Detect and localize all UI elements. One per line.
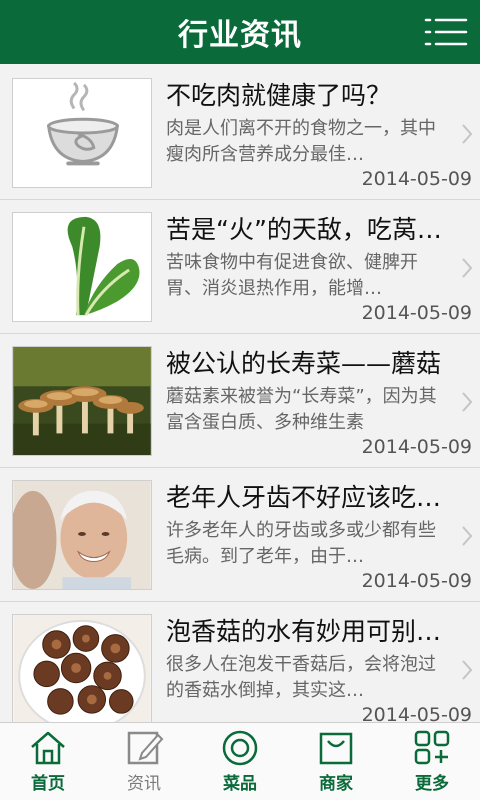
news-summary: 蘑菇素来被誉为“长寿菜”，因为其富含蛋白质、多种维生素 (166, 386, 437, 433)
news-date: 2014-05-09 (361, 704, 472, 722)
news-title: 被公认的长寿菜——蘑菇 (166, 349, 442, 378)
lettuce-photo (12, 212, 152, 322)
news-title: 苦是“火”的天敌，吃莴… (166, 215, 442, 244)
tab-news[interactable]: 资讯 (96, 723, 192, 800)
tab-label: 首页 (31, 774, 65, 794)
news-summary: 肉是人们离不开的食物之一，其中瘦肉所含营养成分最佳… (166, 118, 436, 165)
tab-more[interactable]: 更多 (384, 723, 480, 800)
news-summary: 许多老年人的牙齿或多或少都有些毛病。到了老年，由于… (166, 520, 436, 567)
news-summary: 苦味食物中有促进食欲、健脾开胃、消炎退热作用，能增… (166, 252, 418, 299)
news-item[interactable]: 不吃肉就健康了吗？ 肉是人们离不开的食物之一，其中瘦肉所含营养成分最佳… 201… (0, 66, 480, 200)
tab-label: 资讯 (127, 774, 161, 794)
bowl-placeholder-icon (12, 78, 152, 188)
home-icon (31, 731, 65, 765)
shopping-bag-icon (319, 732, 353, 765)
tab-label: 更多 (415, 774, 449, 794)
news-item[interactable]: 被公认的长寿菜——蘑菇 蘑菇素来被誉为“长寿菜”，因为其富含蛋白质、多种维生素 … (0, 334, 480, 468)
chevron-right-icon (462, 526, 473, 546)
news-date: 2014-05-09 (361, 168, 472, 190)
chevron-right-icon (462, 124, 473, 144)
mushrooms-photo (12, 346, 152, 456)
app-screen: 行业资讯 不吃肉就健康了吗？ 肉是人们离不开的食物之一，其中瘦肉所含营养成分最佳… (0, 0, 480, 800)
page-title: 行业资讯 (178, 18, 302, 53)
news-date: 2014-05-09 (361, 436, 472, 458)
news-list: 不吃肉就健康了吗？ 肉是人们离不开的食物之一，其中瘦肉所含营养成分最佳… 201… (0, 66, 480, 722)
tab-label: 商家 (319, 774, 353, 794)
news-item[interactable]: 老年人牙齿不好应该吃… 许多老年人的牙齿或多或少都有些毛病。到了老年，由于… 2… (0, 468, 480, 602)
elderly-man-photo (12, 480, 152, 590)
tab-home[interactable]: 首页 (0, 723, 96, 800)
tab-merchants[interactable]: 商家 (288, 723, 384, 800)
header-bar: 行业资讯 (0, 0, 480, 64)
chevron-right-icon (462, 392, 473, 412)
tab-label: 菜品 (223, 774, 257, 794)
news-title: 泡香菇的水有妙用可别… (166, 617, 442, 646)
news-title: 老年人牙齿不好应该吃… (166, 483, 442, 512)
bottom-tab-bar: 首页 资讯 菜品 商家 更多 (0, 722, 480, 800)
news-edit-icon (127, 731, 164, 765)
news-item[interactable]: 泡香菇的水有妙用可别… 很多人在泡发干香菇后，会将泡过的香菇水倒掉，其实这… 2… (0, 602, 480, 722)
shiitake-bowl-photo (12, 614, 152, 722)
news-item[interactable]: 苦是“火”的天敌，吃莴… 苦味食物中有促进食欲、健脾开胃、消炎退热作用，能增… … (0, 200, 480, 334)
chevron-right-icon (462, 258, 473, 278)
menu-list-icon[interactable] (424, 14, 468, 50)
chevron-right-icon (462, 660, 473, 680)
more-grid-icon (414, 730, 450, 765)
news-summary: 很多人在泡发干香菇后，会将泡过的香菇水倒掉，其实这… (166, 654, 436, 701)
dish-circle-icon (222, 730, 258, 766)
news-title: 不吃肉就健康了吗？ (166, 81, 392, 110)
news-date: 2014-05-09 (361, 302, 472, 324)
news-date: 2014-05-09 (361, 570, 472, 592)
tab-dishes[interactable]: 菜品 (192, 723, 288, 800)
